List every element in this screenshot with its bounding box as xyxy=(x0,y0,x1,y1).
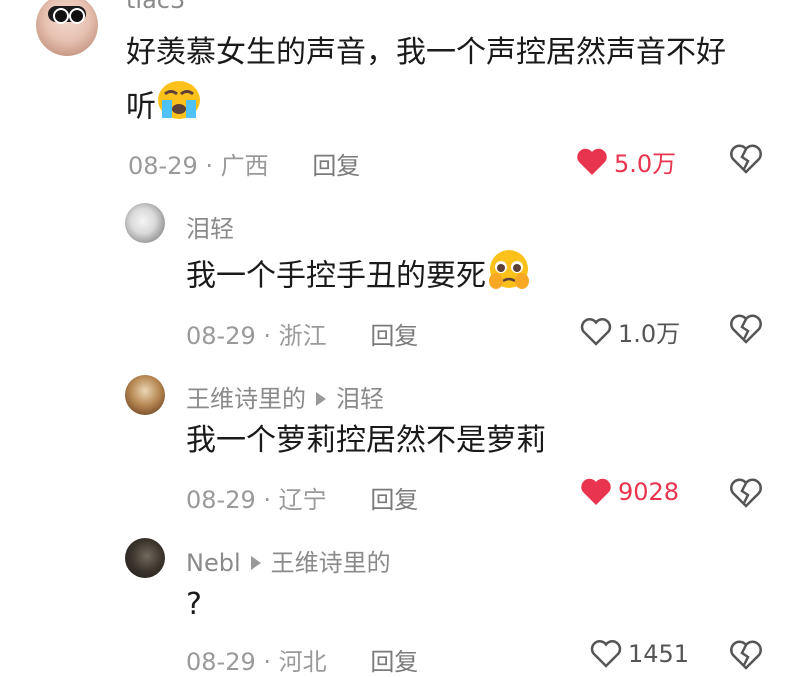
reply-date: 08-29 xyxy=(186,322,256,350)
reply-username-line: Nebl 王维诗里的 xyxy=(186,543,391,578)
reply-text: 我一个手控手丑的要死 xyxy=(186,248,532,306)
broken-heart-icon xyxy=(730,640,762,670)
pleading-face-icon xyxy=(486,248,532,306)
broken-heart-icon xyxy=(730,478,762,508)
avatar[interactable] xyxy=(125,538,165,578)
meta-separator: · xyxy=(263,648,272,676)
avatar-eye xyxy=(53,8,69,24)
heart-outline-icon xyxy=(590,640,622,668)
reply-username-line: 王维诗里的 泪轻 xyxy=(186,379,384,414)
reply-meta: 08-29 · 辽宁 回复 xyxy=(186,480,418,515)
reply-location: 河北 xyxy=(278,648,327,676)
dislike-button[interactable] xyxy=(730,144,762,178)
heart-outline-icon xyxy=(580,317,612,346)
reply-to-username[interactable]: 泪轻 xyxy=(336,385,384,413)
like-button[interactable]: 9028 xyxy=(580,478,679,506)
reply-username[interactable]: 泪轻 xyxy=(186,209,234,244)
reply-date: 08-29 xyxy=(186,648,256,676)
comment-username[interactable]: tiac3 xyxy=(126,0,185,14)
reply-meta: 08-29 · 河北 回复 xyxy=(186,642,418,677)
meta-separator: · xyxy=(263,486,272,514)
like-count: 1.0万 xyxy=(618,320,681,348)
reply-text-content: 我一个手控手丑的要死 xyxy=(186,258,486,294)
avatar[interactable] xyxy=(125,375,165,415)
reply-arrow-icon xyxy=(316,392,326,406)
reply-button[interactable]: 回复 xyxy=(370,648,418,676)
avatar[interactable] xyxy=(125,203,165,243)
comment-text-line2: 听 xyxy=(126,80,202,136)
heart-icon xyxy=(577,148,607,175)
dislike-button[interactable] xyxy=(730,640,762,674)
reply-button[interactable]: 回复 xyxy=(370,322,418,350)
dislike-button[interactable] xyxy=(730,314,762,348)
comment-date: 08-29 xyxy=(128,152,198,180)
avatar-eye xyxy=(69,8,85,24)
heart-icon xyxy=(581,478,611,505)
reply-button[interactable]: 回复 xyxy=(312,152,360,180)
reply-location: 浙江 xyxy=(278,322,327,350)
like-count: 9028 xyxy=(618,478,680,506)
loudly-crying-face-icon xyxy=(156,80,202,136)
like-button[interactable]: 5.0万 xyxy=(576,144,676,179)
like-count: 5.0万 xyxy=(614,150,677,178)
like-count: 1451 xyxy=(628,640,690,668)
broken-heart-icon xyxy=(730,314,762,344)
reply-username[interactable]: 王维诗里的 xyxy=(186,385,306,413)
meta-separator: · xyxy=(205,152,214,180)
reply-date: 08-29 xyxy=(186,486,256,514)
avatar[interactable] xyxy=(36,0,98,56)
comment-text: 好羡慕女生的声音，我一个声控居然声音不好 xyxy=(126,35,726,70)
reply-button[interactable]: 回复 xyxy=(370,486,418,514)
reply-text: 我一个萝莉控居然不是萝莉 xyxy=(186,423,546,458)
comment-location: 广西 xyxy=(220,152,269,180)
reply-location: 辽宁 xyxy=(278,486,327,514)
reply-meta: 08-29 · 浙江 回复 xyxy=(186,316,418,351)
dislike-button[interactable] xyxy=(730,478,762,512)
comment-meta: 08-29 · 广西 回复 xyxy=(128,146,360,181)
meta-separator: · xyxy=(263,322,272,350)
like-button[interactable]: 1.0万 xyxy=(580,314,680,349)
like-button[interactable]: 1451 xyxy=(590,640,689,668)
reply-arrow-icon xyxy=(250,556,261,570)
reply-to-username[interactable]: 王维诗里的 xyxy=(271,549,391,577)
broken-heart-icon xyxy=(730,144,762,174)
reply-text: ? xyxy=(186,587,202,622)
reply-username[interactable]: Nebl xyxy=(186,549,241,577)
comment-text-line2-content: 听 xyxy=(126,89,156,125)
